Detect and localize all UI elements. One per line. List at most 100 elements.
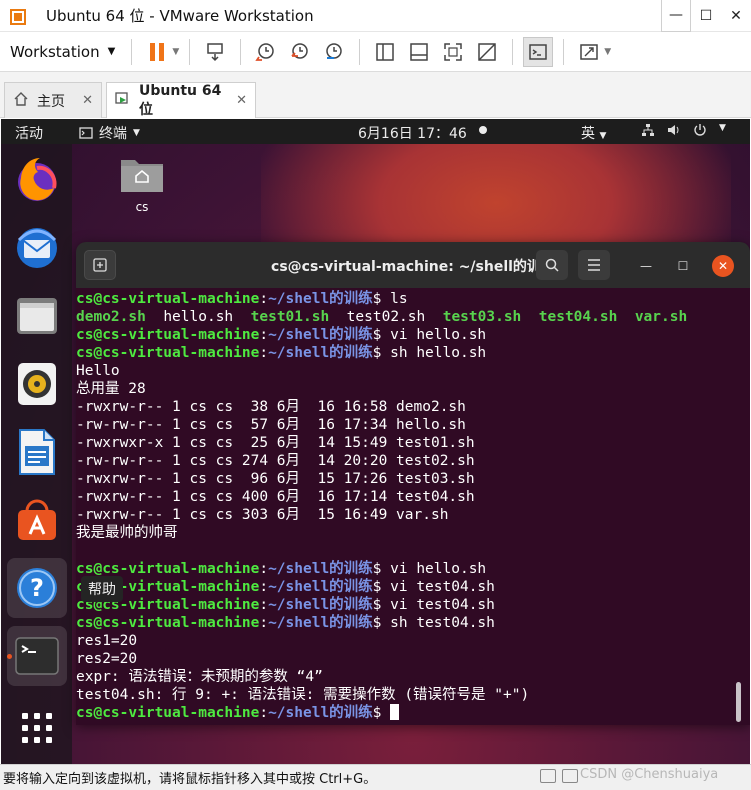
command-text: sh test04.sh xyxy=(381,615,495,631)
output-text: 总用量 28 xyxy=(76,381,146,397)
vm-icon xyxy=(115,91,131,111)
input-method-indicator[interactable]: 英 ▼ xyxy=(581,123,606,143)
tab-ubuntu[interactable]: Ubuntu 64 位 ✕ xyxy=(106,82,256,118)
stretch-dropdown-icon[interactable]: ▼ xyxy=(604,47,611,57)
device-status-icons[interactable] xyxy=(540,769,578,783)
workstation-menu[interactable]: Workstation ▼ xyxy=(10,43,115,61)
send-ctrl-alt-del-icon[interactable] xyxy=(200,37,230,67)
revert-snapshot-icon[interactable] xyxy=(285,37,315,67)
close-icon[interactable]: ✕ xyxy=(82,93,93,108)
window-controls: — ☐ ✕ xyxy=(661,0,751,32)
pause-icon[interactable] xyxy=(142,37,172,67)
maximize-button[interactable]: ☐ xyxy=(691,0,721,32)
terminal-output-line: -rw-rw-r-- 1 cs cs 274 6月 14 20:20 test0… xyxy=(76,452,750,470)
desktop-home-folder[interactable]: cs xyxy=(117,154,167,214)
stretch-guest-icon[interactable] xyxy=(574,37,604,67)
snapshot-icon[interactable] xyxy=(251,37,281,67)
console-view-icon[interactable] xyxy=(523,36,554,67)
ubuntu-dock: ? xyxy=(1,144,72,764)
tab-home[interactable]: 主页 ✕ xyxy=(4,82,102,118)
prompt-path: ~/shell的训练 xyxy=(268,345,373,361)
terminal-prompt-line: cs@cs-virtual-machine:~/shell的训练$ vi hel… xyxy=(76,561,487,577)
full-screen-icon[interactable] xyxy=(438,37,468,67)
activities-button[interactable]: 活动 xyxy=(15,123,43,143)
hard-disk-icon xyxy=(540,769,556,783)
home-icon xyxy=(13,91,29,111)
terminal-close-button[interactable]: ✕ xyxy=(712,255,734,277)
power-icon xyxy=(694,124,706,136)
tab-strip: 主页 ✕ Ubuntu 64 位 ✕ xyxy=(0,72,751,118)
dock-terminal[interactable] xyxy=(7,626,67,686)
clock[interactable]: 6月16日 17：46 xyxy=(358,123,467,143)
chevron-down-icon: ▼ xyxy=(133,128,140,138)
sidebar-view-icon[interactable] xyxy=(370,37,400,67)
dock-rhythmbox[interactable] xyxy=(7,354,67,414)
terminal-output-line: Hello xyxy=(76,362,750,380)
network-adapter-icon xyxy=(562,769,578,783)
output-text: -rwxrw-r-- 1 cs cs 400 6月 16 17:14 test0… xyxy=(76,489,475,505)
dock-libreoffice-writer[interactable] xyxy=(7,422,67,482)
dock-firefox[interactable] xyxy=(7,150,67,210)
dock-help[interactable]: ? xyxy=(7,558,67,618)
command-text: ls xyxy=(381,291,408,307)
toolbar: Workstation ▼ ▼ ▼ xyxy=(0,32,751,72)
terminal-output-line: demo2.sh hello.sh test01.sh test02.sh te… xyxy=(76,308,750,326)
output-text: 我是最帅的帅哥 xyxy=(76,525,178,541)
dock-files[interactable] xyxy=(7,286,67,346)
output-text: -rw-rw-r-- 1 cs cs 57 6月 16 17:34 hello.… xyxy=(76,417,466,433)
terminal-prompt-line: cs@cs-virtual-machine:~/shell的训练$ sh tes… xyxy=(76,615,495,631)
prompt-path: ~/shell的训练 xyxy=(268,597,373,613)
terminal-scrollbar[interactable] xyxy=(736,682,741,722)
desktop-folder-label: cs xyxy=(135,200,149,214)
terminal-output-line: 我是最帅的帅哥 xyxy=(76,524,750,542)
tab-ubuntu-label: Ubuntu 64 位 xyxy=(139,82,222,118)
terminal-output-line: -rwxrw-r-- 1 cs cs 38 6月 16 16:58 demo2.… xyxy=(76,398,750,416)
terminal-prompt-line: cs@cs-virtual-machine:~/shell的训练$ vi tes… xyxy=(76,579,495,595)
terminal-icon xyxy=(15,637,59,675)
thumbnail-bar-icon[interactable] xyxy=(404,37,434,67)
search-icon[interactable] xyxy=(536,250,568,280)
terminal-prompt-line: cs@cs-virtual-machine:~/shell的训练$ vi hel… xyxy=(76,327,487,343)
dock-thunderbird[interactable] xyxy=(7,218,67,278)
libreoffice-writer-icon xyxy=(19,429,55,475)
terminal-window[interactable]: cs@cs-virtual-machine: ~/shell的训练 — ☐ ✕ … xyxy=(76,242,750,725)
terminal-maximize-button[interactable]: ☐ xyxy=(673,256,693,276)
prompt-path: ~/shell的训练 xyxy=(268,705,373,721)
toolbar-divider xyxy=(131,38,133,65)
terminal-app-menu[interactable]: 终端 ▼ xyxy=(79,123,140,143)
command-text: sh hello.sh xyxy=(381,345,487,361)
hamburger-menu-icon[interactable] xyxy=(578,250,610,280)
window-title: Ubuntu 64 位 - VMware Workstation xyxy=(46,7,314,25)
output-text: -rwxrw-r-- 1 cs cs 38 6月 16 16:58 demo2.… xyxy=(76,399,466,415)
minimize-button[interactable]: — xyxy=(661,0,691,32)
toolbar-divider xyxy=(189,38,191,65)
terminal-output[interactable]: cs@cs-virtual-machine:~/shell的训练$ ls demo… xyxy=(76,288,750,725)
prompt-path: ~/shell的训练 xyxy=(268,615,373,631)
show-applications-icon[interactable] xyxy=(22,713,52,743)
firefox-icon xyxy=(18,158,57,201)
terminal-minimize-button[interactable]: — xyxy=(636,256,656,276)
close-button[interactable]: ✕ xyxy=(721,0,751,32)
help-tooltip: 帮助 xyxy=(81,576,123,602)
terminal-output-line: -rwxrw-r-- 1 cs cs 96 6月 15 17:26 test03… xyxy=(76,470,750,488)
system-menu[interactable]: ▼ xyxy=(641,123,726,137)
prompt-user: cs@cs-virtual-machine xyxy=(76,345,260,361)
vmware-logo-icon xyxy=(8,6,28,26)
close-icon[interactable]: ✕ xyxy=(236,93,247,108)
ls-file-entry: test01.sh xyxy=(250,309,330,325)
ubuntu-software-icon xyxy=(18,499,56,540)
unity-mode-icon[interactable] xyxy=(472,37,502,67)
title-bar: Ubuntu 64 位 - VMware Workstation — ☐ ✕ xyxy=(0,0,751,32)
terminal-header-bar: cs@cs-virtual-machine: ~/shell的训练 — ☐ ✕ xyxy=(76,242,750,288)
thunderbird-icon xyxy=(17,228,57,268)
prompt-user: cs@cs-virtual-machine xyxy=(76,291,260,307)
ls-file-entry: var.sh xyxy=(634,309,688,325)
guest-screen[interactable]: 活动 终端 ▼ 6月16日 17：46 英 ▼ ▼ cs ? cs@cs-vir… xyxy=(1,119,750,764)
dock-ubuntu-software[interactable] xyxy=(7,490,67,550)
terminal-output-line: -rwxrwxr-x 1 cs cs 25 6月 14 15:49 test01… xyxy=(76,434,750,452)
snapshot-manager-icon[interactable] xyxy=(319,37,349,67)
output-text: -rwxrw-r-- 1 cs cs 303 6月 15 16:49 var.s… xyxy=(76,507,449,523)
pause-dropdown-icon[interactable]: ▼ xyxy=(172,47,179,57)
ls-file-entry: test04.sh xyxy=(538,309,618,325)
